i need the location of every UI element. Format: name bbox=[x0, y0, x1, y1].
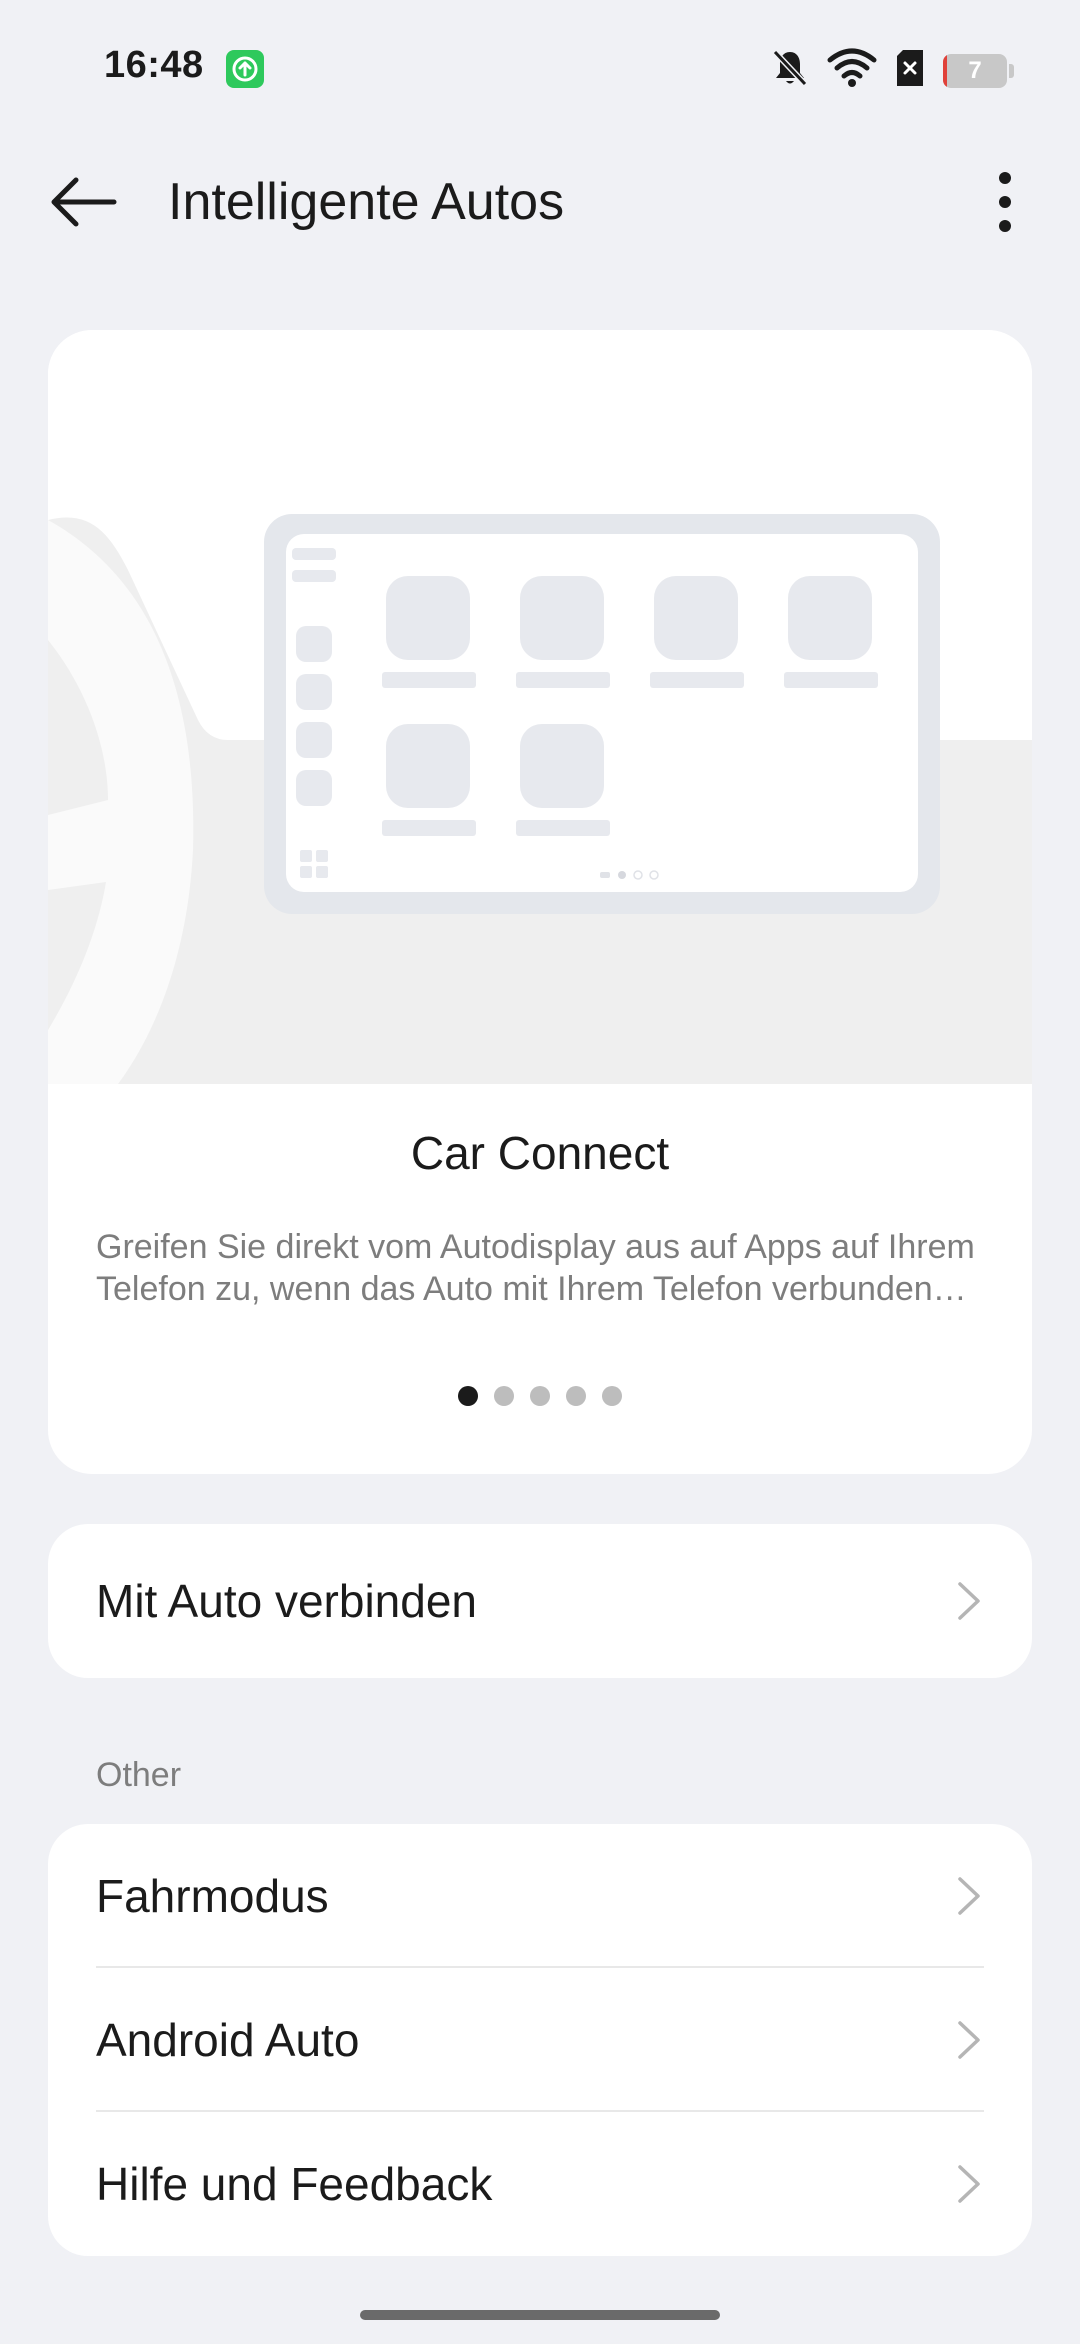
settings-item-label: Fahrmodus bbox=[96, 1870, 329, 1922]
home-indicator[interactable] bbox=[360, 2310, 720, 2320]
section-header-other: Other bbox=[96, 1756, 182, 1794]
pager-dot[interactable] bbox=[566, 1386, 586, 1406]
status-icons: 7 bbox=[771, 48, 1014, 93]
carousel-pager bbox=[48, 1386, 1032, 1406]
more-vertical-icon bbox=[999, 172, 1011, 232]
sim-error-icon bbox=[895, 48, 925, 93]
car-dashboard-illustration bbox=[48, 330, 1032, 1084]
connect-car-item[interactable]: Mit Auto verbinden bbox=[48, 1524, 1032, 1678]
settings-item-fahrmodus[interactable]: Fahrmodus bbox=[48, 1824, 1032, 1968]
connect-card: Mit Auto verbinden bbox=[48, 1524, 1032, 1678]
pager-dot[interactable] bbox=[530, 1386, 550, 1406]
settings-item-label: Android Auto bbox=[96, 2014, 360, 2066]
settings-item-android-auto[interactable]: Android Auto bbox=[48, 1968, 1032, 2112]
pager-dot[interactable] bbox=[458, 1386, 478, 1406]
more-options-button[interactable] bbox=[970, 170, 1040, 234]
settings-item-label: Hilfe und Feedback bbox=[96, 2158, 493, 2210]
app-bar: Intelligente Autos bbox=[0, 140, 1080, 264]
chevron-right-icon bbox=[958, 2021, 980, 2059]
connect-car-label: Mit Auto verbinden bbox=[96, 1575, 478, 1627]
car-connect-card[interactable]: Car Connect Greifen Sie direkt vom Autod… bbox=[48, 330, 1032, 1474]
pager-dot[interactable] bbox=[602, 1386, 622, 1406]
battery-level: 7 bbox=[968, 56, 982, 84]
chevron-right-icon bbox=[958, 1877, 980, 1915]
battery-icon: 7 bbox=[943, 53, 1007, 88]
pager-dot[interactable] bbox=[494, 1386, 514, 1406]
hero-description: Greifen Sie direkt vom Autodisplay aus a… bbox=[96, 1228, 975, 1308]
status-time: 16:48 bbox=[104, 44, 204, 86]
other-settings-card: Fahrmodus Android Auto Hilfe und Feedbac… bbox=[48, 1824, 1032, 2256]
chevron-right-icon bbox=[958, 2165, 980, 2203]
upload-app-icon bbox=[226, 50, 264, 88]
hero-title: Car Connect bbox=[410, 1127, 670, 1179]
battery-tip bbox=[1009, 63, 1014, 78]
wifi-icon bbox=[827, 48, 877, 93]
page-title: Intelligente Autos bbox=[168, 173, 565, 231]
settings-item-help-feedback[interactable]: Hilfe und Feedback bbox=[48, 2112, 1032, 2256]
bell-off-icon bbox=[771, 48, 809, 93]
back-button[interactable] bbox=[44, 170, 124, 234]
chevron-right-icon bbox=[958, 1582, 980, 1620]
arrow-left-icon bbox=[51, 177, 117, 227]
status-bar: 16:48 7 bbox=[0, 0, 1080, 136]
